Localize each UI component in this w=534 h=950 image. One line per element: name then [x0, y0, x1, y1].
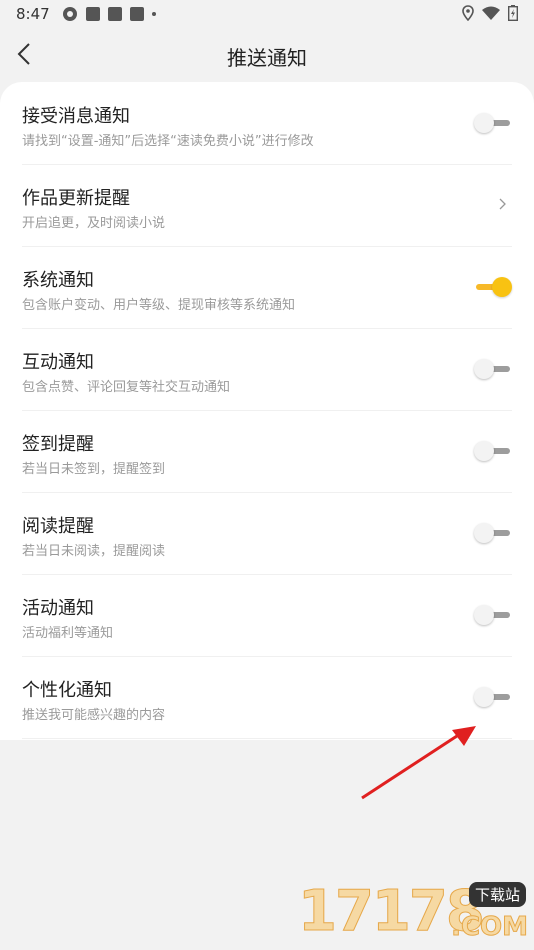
setting-row-activity: 活动通知 活动福利等通知 — [22, 574, 512, 657]
toggle-knob — [474, 605, 494, 625]
page-header: 推送通知 — [0, 28, 534, 84]
reading-reminder-toggle[interactable] — [474, 523, 512, 543]
watermark-logo: 17178 下载站 .COM — [298, 879, 529, 946]
receive-messages-toggle[interactable] — [474, 113, 512, 133]
toggle-knob — [492, 277, 512, 297]
setting-row-personalized: 个性化通知 推送我可能感兴趣的内容 — [22, 656, 512, 739]
status-notification-icons — [62, 6, 156, 22]
toggle-knob — [474, 441, 494, 461]
setting-title: 个性化通知 — [22, 680, 112, 701]
setting-row-receive-messages: 接受消息通知 请找到“设置-通知”后选择“速读免费小说”进行修改 — [22, 82, 512, 165]
battery-icon — [508, 5, 518, 21]
toggle-knob — [474, 687, 494, 707]
setting-title: 阅读提醒 — [22, 516, 94, 537]
setting-title: 活动通知 — [22, 598, 94, 619]
setting-subtitle: 请找到“设置-通知”后选择“速读免费小说”进行修改 — [22, 134, 314, 149]
more-notifications-dot-icon — [152, 12, 156, 16]
checkin-reminder-toggle[interactable] — [474, 441, 512, 461]
toggle-knob — [474, 523, 494, 543]
toggle-knob — [474, 113, 494, 133]
watermark-badge: 下载站 — [468, 882, 526, 907]
setting-title: 作品更新提醒 — [22, 188, 130, 209]
page-title: 推送通知 — [227, 46, 307, 70]
personalized-notification-toggle[interactable] — [474, 687, 512, 707]
status-time: 8:47 — [16, 5, 50, 23]
activity-notification-toggle[interactable] — [474, 605, 512, 625]
location-icon — [462, 5, 474, 21]
setting-title: 互动通知 — [22, 352, 94, 373]
setting-row-system: 系统通知 包含账户变动、用户等级、提现审核等系统通知 — [22, 246, 512, 329]
setting-title: 系统通知 — [22, 270, 94, 291]
wifi-icon — [482, 6, 500, 20]
notification-square-icon — [86, 7, 100, 21]
notification-square-icon — [108, 7, 122, 21]
notification-square-icon — [130, 7, 144, 21]
setting-subtitle: 包含账户变动、用户等级、提现审核等系统通知 — [22, 298, 296, 313]
chevron-right-icon — [499, 198, 506, 210]
setting-title: 接受消息通知 — [22, 106, 130, 127]
system-notification-toggle[interactable] — [474, 277, 512, 297]
setting-row-work-updates[interactable]: 作品更新提醒 开启追更，及时阅读小说 — [22, 164, 512, 247]
setting-subtitle: 若当日未阅读，提醒阅读 — [22, 544, 166, 559]
app-notification-icon — [63, 7, 77, 21]
setting-row-reading: 阅读提醒 若当日未阅读，提醒阅读 — [22, 492, 512, 575]
interaction-notification-toggle[interactable] — [474, 359, 512, 379]
setting-subtitle: 包含点赞、评论回复等社交互动通知 — [22, 380, 231, 395]
watermark-domain: .COM — [451, 912, 529, 943]
setting-subtitle: 开启追更，及时阅读小说 — [22, 216, 166, 231]
toggle-knob — [474, 359, 494, 379]
setting-subtitle: 若当日未签到，提醒签到 — [22, 462, 166, 477]
setting-row-interaction: 互动通知 包含点赞、评论回复等社交互动通知 — [22, 328, 512, 411]
status-bar: 8:47 — [0, 0, 534, 28]
setting-row-checkin: 签到提醒 若当日未签到，提醒签到 — [22, 410, 512, 493]
setting-title: 签到提醒 — [22, 434, 94, 455]
settings-list: 接受消息通知 请找到“设置-通知”后选择“速读免费小说”进行修改 作品更新提醒 … — [0, 82, 534, 740]
status-system-icons — [462, 5, 518, 21]
setting-subtitle: 推送我可能感兴趣的内容 — [22, 708, 166, 723]
setting-subtitle: 活动福利等通知 — [22, 626, 114, 641]
